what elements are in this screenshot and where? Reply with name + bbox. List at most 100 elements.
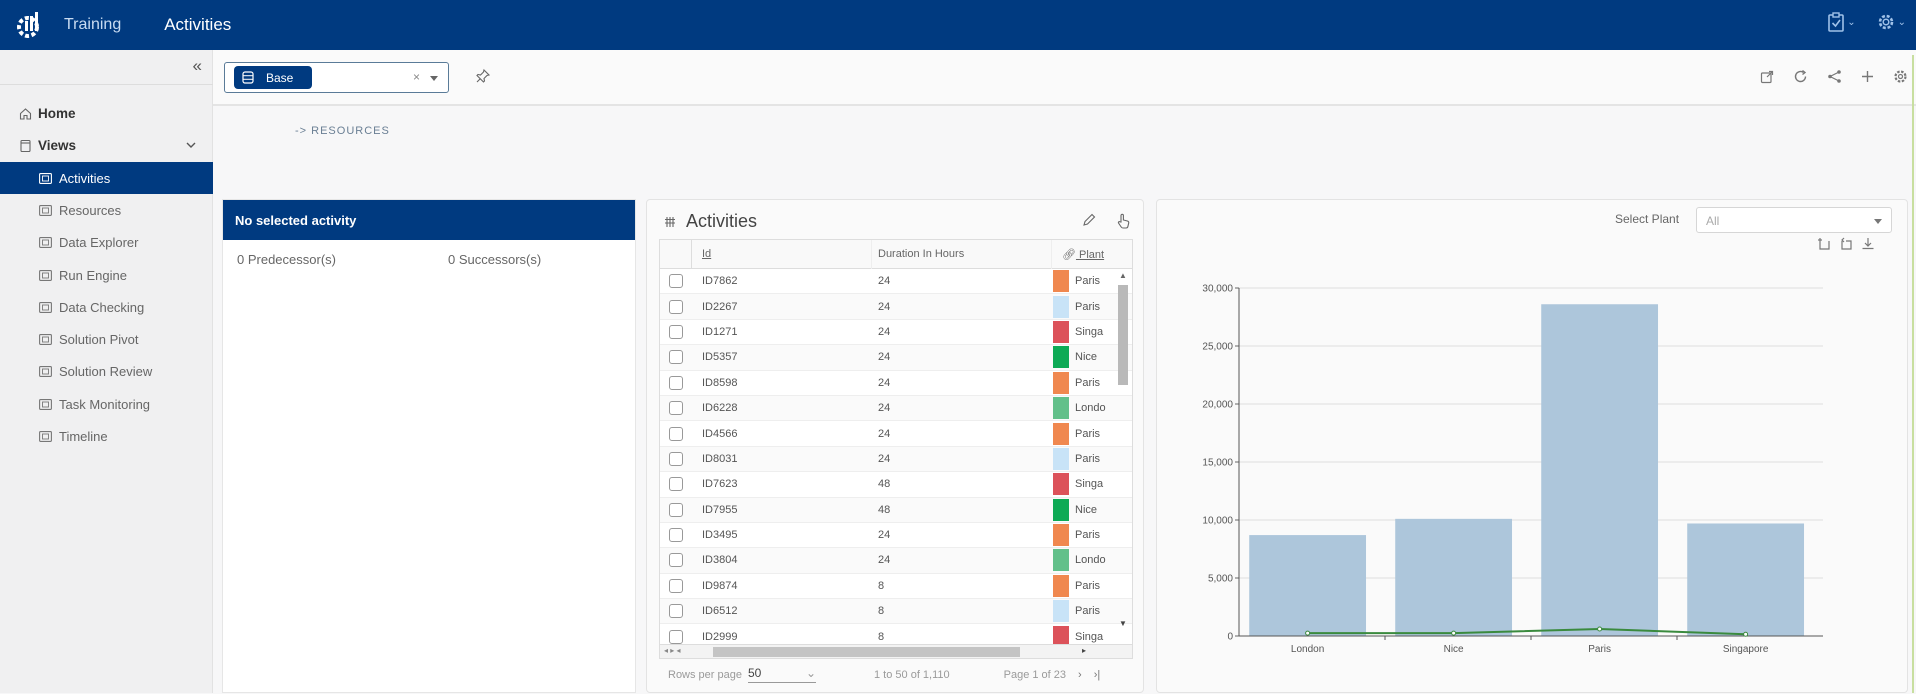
bar-nice: [1395, 518, 1513, 636]
cell-duration: 24: [878, 325, 891, 338]
caret-down-icon[interactable]: [430, 76, 438, 81]
row-checkbox[interactable]: [660, 604, 692, 619]
sidebar-item-solution-review[interactable]: Solution Review: [0, 356, 213, 388]
sidebar-item-run-engine[interactable]: Run Engine: [0, 259, 213, 291]
pin-icon[interactable]: [475, 68, 491, 84]
cell-plant: Paris: [1053, 270, 1113, 293]
sidebar-item-solution-pivot[interactable]: Solution Pivot: [0, 323, 213, 355]
plant-color-swatch: [1053, 574, 1069, 597]
scroll-down-icon[interactable]: ▼: [1119, 619, 1127, 628]
table-row[interactable]: ID4566 24 Paris: [660, 421, 1132, 447]
row-checkbox[interactable]: [660, 350, 692, 365]
table-row[interactable]: ID9874 8 Paris: [660, 574, 1132, 600]
row-checkbox[interactable]: [660, 528, 692, 543]
plus-icon[interactable]: [1861, 70, 1874, 83]
app-name[interactable]: Training: [64, 16, 121, 34]
table-row[interactable]: ID7623 48 Singa: [660, 472, 1132, 498]
row-checkbox[interactable]: [660, 401, 692, 416]
double-chevron-left-icon[interactable]: «: [193, 56, 202, 76]
sidebar-item-home[interactable]: Home: [0, 97, 213, 130]
row-checkbox[interactable]: [660, 502, 692, 517]
settings-icon[interactable]: [1893, 69, 1908, 84]
row-checkbox[interactable]: [660, 299, 692, 314]
table-row[interactable]: ID8031 24 Paris: [660, 446, 1132, 473]
cell-duration: 24: [878, 452, 891, 465]
refresh-icon[interactable]: [1793, 69, 1808, 84]
table-row[interactable]: ID6228 24 Londo: [660, 395, 1132, 422]
table-row[interactable]: ID3495 24 Paris: [660, 523, 1132, 549]
cell-plant: Nice: [1053, 346, 1113, 369]
y-tick-label: 20,000: [1202, 400, 1233, 411]
sidebar-item-resources[interactable]: Resources: [0, 194, 213, 226]
cell-duration: 24: [878, 427, 891, 440]
row-checkbox[interactable]: [660, 477, 692, 492]
plant-color-swatch: [1053, 320, 1069, 343]
column-header-id[interactable]: Id: [692, 240, 872, 269]
scenario-chip[interactable]: Base: [234, 66, 312, 89]
vertical-scrollbar[interactable]: ▲ ▼: [1117, 271, 1129, 628]
row-checkbox[interactable]: [660, 426, 692, 441]
table-row[interactable]: ID7955 48 Nice: [660, 497, 1132, 523]
plant-color-swatch: [1053, 549, 1069, 572]
scroll-right-icon[interactable]: ▸: [1082, 646, 1086, 655]
share-icon[interactable]: [1827, 69, 1842, 84]
clear-icon[interactable]: ×: [413, 70, 420, 84]
sidebar-item-timeline[interactable]: Timeline: [0, 420, 213, 452]
cell-id: ID2999: [702, 630, 738, 643]
row-checkbox[interactable]: [660, 274, 692, 289]
chevron-down-icon[interactable]: [185, 139, 197, 151]
app-logo-icon[interactable]: [14, 10, 44, 40]
sidebar-item-label: Home: [38, 105, 76, 121]
view-icon: [39, 398, 52, 410]
table-row[interactable]: ID1271 24 Singa: [660, 320, 1132, 346]
row-checkbox[interactable]: [660, 375, 692, 390]
table-row[interactable]: ID3804 24 Londo: [660, 548, 1132, 574]
cell-plant: Singa: [1053, 320, 1113, 343]
row-checkbox[interactable]: [660, 553, 692, 568]
sidebar-item-activities[interactable]: Activities: [0, 162, 213, 195]
scroll-thumb[interactable]: [713, 647, 1020, 657]
window-icon: [20, 139, 31, 152]
scroll-thumb[interactable]: [1118, 285, 1128, 385]
table-row[interactable]: ID5357 24 Nice: [660, 345, 1132, 371]
column-header-duration[interactable]: Duration In Hours: [872, 240, 1052, 269]
line-point-paris: [1597, 626, 1603, 632]
scroll-up-icon[interactable]: ▲: [1119, 271, 1127, 280]
grid-header: Id Duration In Hours 🔗︎ Plant: [660, 240, 1132, 269]
activities-grid: Id Duration In Hours 🔗︎ Plant ID7862 24 …: [659, 239, 1133, 659]
y-tick-label: 5,000: [1208, 574, 1233, 585]
column-header-plant[interactable]: 🔗︎ Plant: [1052, 248, 1104, 261]
cell-duration: 8: [878, 605, 885, 618]
cell-plant: Singa: [1053, 473, 1113, 496]
table-row[interactable]: ID7862 24 Paris: [660, 269, 1132, 295]
table-row[interactable]: ID2267 24 Paris: [660, 294, 1132, 320]
sidebar-item-views[interactable]: Views: [0, 130, 213, 163]
next-page-button[interactable]: ›: [1078, 669, 1082, 681]
row-checkbox[interactable]: [660, 578, 692, 593]
table-row[interactable]: ID6512 8 Paris: [660, 599, 1132, 625]
settings-menu-button[interactable]: ⌄: [1876, 12, 1906, 32]
tasks-menu-button[interactable]: ⌄: [1827, 12, 1856, 32]
plant-color-swatch: [1053, 447, 1069, 470]
hand-pointer-icon[interactable]: [1116, 213, 1131, 229]
sidebar-item-task-monitoring[interactable]: Task Monitoring: [0, 388, 213, 420]
plant-color-swatch: [1053, 473, 1069, 496]
rows-per-page-select[interactable]: 50 ⌄: [748, 666, 816, 683]
edit-pencil-icon[interactable]: [1082, 213, 1096, 227]
home-icon: [19, 108, 32, 120]
view-toolbar: Base ×: [213, 50, 1916, 106]
horizontal-scrollbar[interactable]: ◂ ▸ ◂ ▸: [660, 644, 1132, 658]
last-page-button[interactable]: ›|: [1094, 669, 1101, 681]
breadcrumb[interactable]: -> RESOURCES: [295, 125, 390, 137]
scenario-select[interactable]: Base ×: [224, 62, 449, 93]
sidebar-item-data-checking[interactable]: Data Checking: [0, 291, 213, 323]
open-external-icon[interactable]: [1760, 70, 1774, 84]
cell-duration: 48: [878, 503, 891, 516]
sidebar-item-data-explorer[interactable]: Data Explorer: [0, 227, 213, 259]
row-checkbox[interactable]: [660, 451, 692, 466]
table-row[interactable]: ID8598 24 Paris: [660, 371, 1132, 396]
scroll-left-icon[interactable]: ◂ ▸ ◂: [664, 646, 681, 655]
sidebar-item-label: Run Engine: [59, 267, 127, 283]
row-checkbox[interactable]: [660, 324, 692, 339]
row-checkbox[interactable]: [660, 629, 692, 644]
